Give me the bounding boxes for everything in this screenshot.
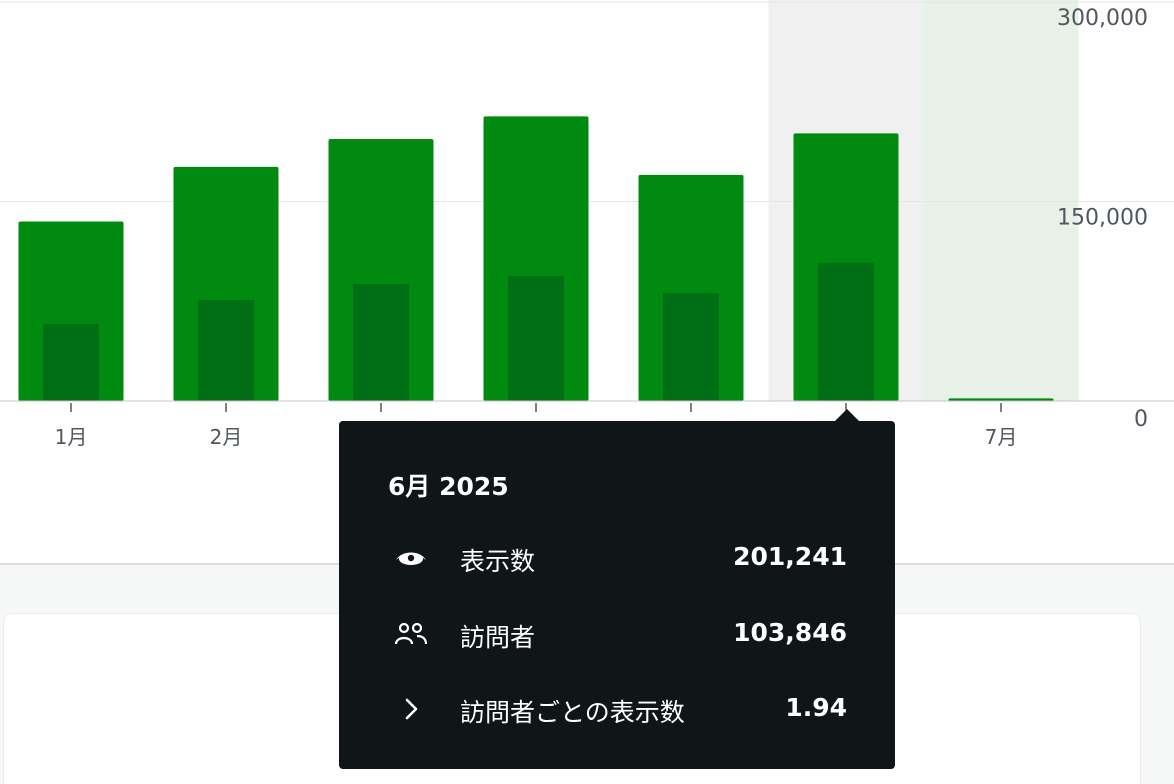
bar-visitors-3 — [353, 283, 409, 401]
highlight-band-7 — [923, 0, 1079, 401]
tooltip-label-views-per-visitor: 訪問者ごとの表示数 — [460, 698, 685, 727]
y-tick-label-2: 300,000 — [1057, 6, 1148, 31]
tooltip-row-views-per-visitor: 訪問者ごとの表示数 1.94 — [339, 689, 895, 729]
tooltip-value-views: 201,241 — [733, 542, 847, 571]
stats-page: 1月 2月 7月 0 150,000 300,000 6月 2025 表示数 201,24… — [0, 0, 1174, 784]
x-tick-label-2: 2月 — [210, 425, 243, 449]
chart-tooltip: 6月 2025 表示数 201,241 訪問者 103,846 訪問者ごとの表示… — [339, 421, 895, 769]
eye-icon — [396, 552, 426, 565]
tooltip-value-views-per-visitor: 1.94 — [785, 693, 847, 722]
x-tick-label-7: 7月 — [985, 425, 1018, 449]
tooltip-value-visitors: 103,846 — [733, 618, 847, 647]
bar-visitors-5 — [663, 293, 719, 401]
tooltip-label-views: 表示数 — [460, 547, 536, 576]
tooltip-row-visitors: 訪問者 103,846 — [339, 614, 895, 654]
y-tick-label-0: 0 — [1134, 407, 1148, 432]
bar-visitors-4 — [508, 275, 564, 401]
tooltip-row-views: 表示数 201,241 — [339, 538, 895, 578]
bar-visitors-1 — [43, 323, 99, 401]
tooltip-title: 6月 2025 — [388, 472, 509, 501]
tooltip-label-visitors: 訪問者 — [460, 623, 536, 652]
bar-visitors-2 — [198, 299, 254, 401]
bar-visitors-6 — [818, 262, 874, 401]
chevron-right-icon — [405, 698, 418, 720]
y-tick-label-1: 150,000 — [1057, 206, 1148, 231]
x-tick-label-1: 1月 — [55, 425, 88, 449]
people-icon — [394, 622, 428, 645]
